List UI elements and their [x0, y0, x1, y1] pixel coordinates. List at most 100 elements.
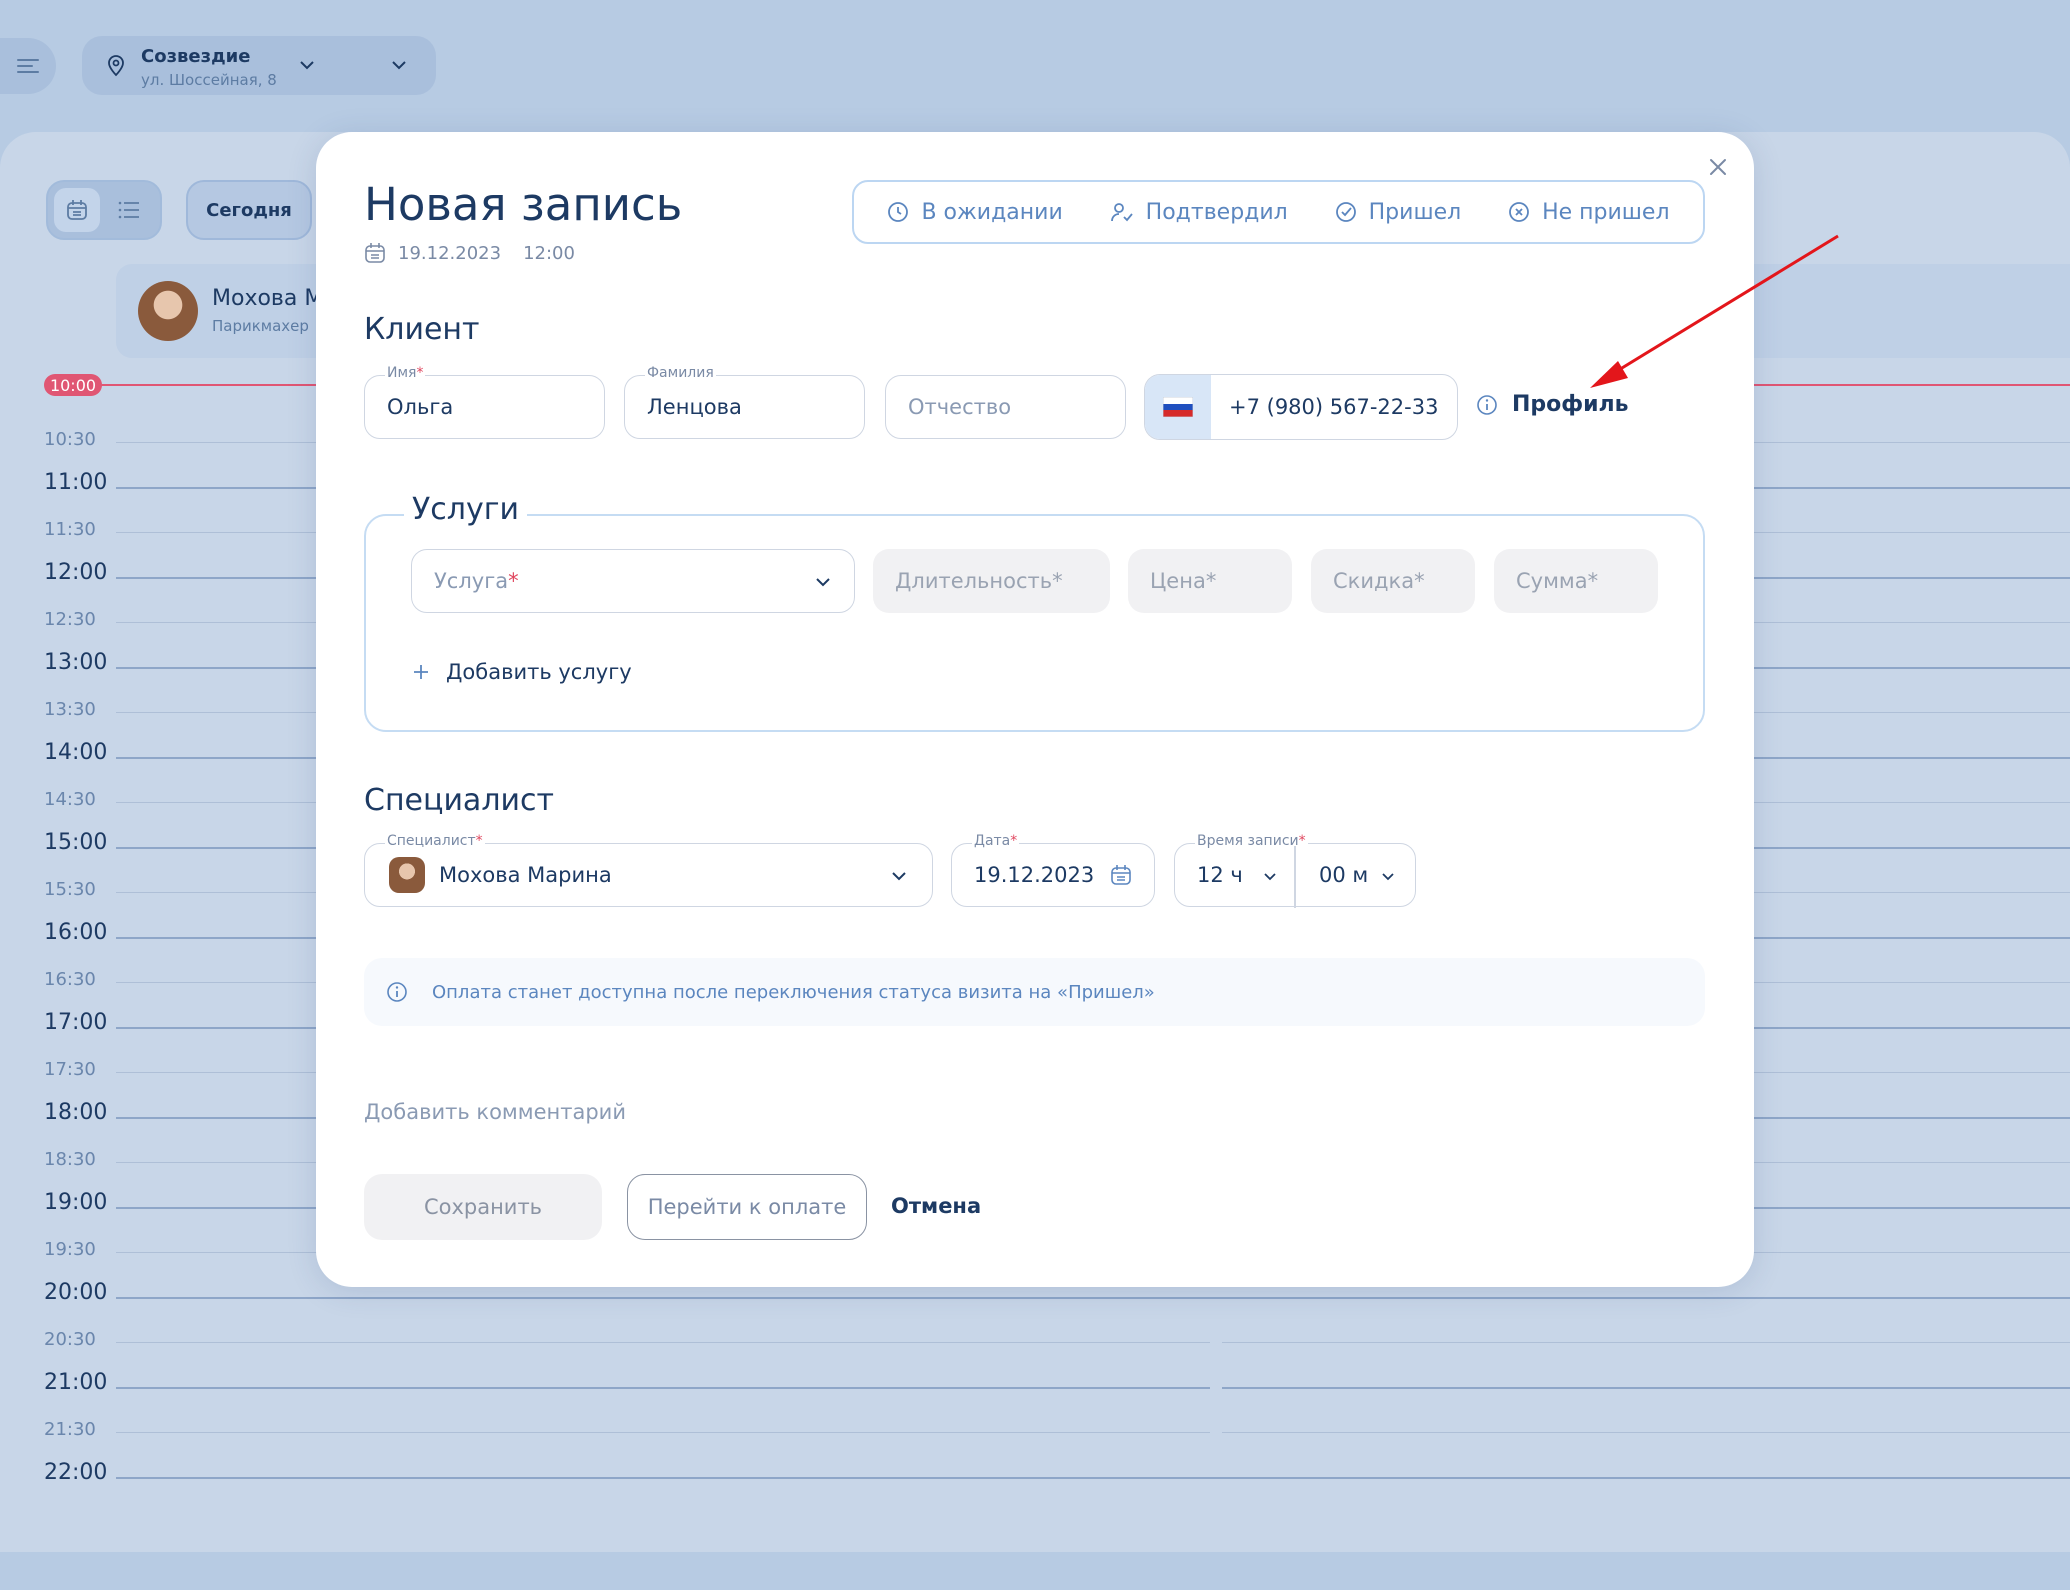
status-label: Подтвердил: [1145, 199, 1288, 225]
save-button[interactable]: Сохранить: [364, 1174, 602, 1240]
menu-button[interactable]: [0, 38, 56, 94]
duration-field: Длительность*: [873, 549, 1110, 613]
time-slot-label: 11:30: [44, 519, 96, 540]
status-no-show[interactable]: Не пришел: [1508, 199, 1670, 225]
staff-name: Мохова М: [212, 286, 324, 311]
status-waiting[interactable]: В ожидании: [887, 199, 1063, 225]
time-slot-label: 21:30: [44, 1419, 96, 1440]
appointment-time: 12:00: [523, 242, 575, 264]
time-slot-label: 12:30: [44, 609, 96, 630]
add-service-label: Добавить услугу: [446, 660, 632, 684]
time-grid-line: [116, 1297, 2070, 1299]
patronymic-field[interactable]: Отчество: [885, 375, 1126, 439]
hours-select[interactable]: 12 ч: [1197, 863, 1243, 887]
calendar-icon: [67, 200, 87, 220]
location-pin-icon: [108, 55, 124, 77]
close-icon[interactable]: [1706, 155, 1730, 179]
time-slot-label: 16:00: [44, 920, 108, 945]
avatar: [138, 281, 198, 341]
time-slot-label: 18:30: [44, 1149, 96, 1170]
time-slot-label: 20:00: [44, 1280, 108, 1305]
location-address: ул. Шоссейная, 8: [141, 71, 277, 89]
time-slot-label: 13:00: [44, 650, 108, 675]
time-slot-label: 18:00: [44, 1100, 108, 1125]
discount-field: Скидка*: [1311, 549, 1475, 613]
calendar-icon: [365, 243, 385, 263]
minutes-select[interactable]: 00 м: [1319, 863, 1368, 887]
field-label: Имя: [387, 365, 417, 381]
sum-field: Сумма*: [1494, 549, 1658, 613]
time-slot-label: 19:00: [44, 1190, 108, 1215]
status-confirmed[interactable]: Подтвердил: [1110, 200, 1288, 225]
appointment-meta: 19.12.2023 12:00: [364, 242, 575, 264]
chevron-down-icon[interactable]: [390, 56, 408, 74]
check-circle-icon: [1335, 202, 1356, 222]
chevron-down-icon[interactable]: [298, 56, 316, 74]
specialist-select[interactable]: Специалист* Мохова Марина: [364, 833, 933, 907]
chevron-down-icon[interactable]: [1381, 869, 1395, 883]
location-name: Созвездие: [141, 46, 251, 67]
time-slot-label: 13:30: [44, 699, 96, 720]
time-slot-label: 20:30: [44, 1329, 96, 1350]
column-separator: [1210, 1330, 1222, 1470]
patronymic-placeholder: Отчество: [908, 395, 1012, 419]
list-icon: [118, 201, 139, 219]
services-section: [364, 514, 1705, 732]
appointment-date: 19.12.2023: [398, 242, 502, 264]
current-time-badge: 10:00: [44, 374, 102, 396]
x-circle-icon: [1509, 202, 1529, 222]
time-slot-label: 14:30: [44, 789, 96, 810]
time-slot-label: 17:30: [44, 1059, 96, 1080]
time-slot-label: 19:30: [44, 1239, 96, 1260]
time-grid-line: [116, 1477, 2070, 1479]
first-name-field[interactable]: Имя* Ольга: [364, 365, 605, 439]
add-comment-link[interactable]: Добавить комментарий: [364, 1100, 626, 1124]
staff-role: Парикмахер: [212, 317, 309, 335]
service-select[interactable]: Услуга *: [411, 549, 855, 613]
user-check-icon: [1110, 203, 1133, 222]
date-value: 19.12.2023: [974, 863, 1095, 887]
time-grid-line: [116, 1432, 2070, 1433]
time-grid-line: [116, 1387, 2070, 1389]
calendar-view-button[interactable]: [54, 188, 100, 232]
calendar-icon[interactable]: [1110, 864, 1132, 886]
annotation-arrow-icon: [1590, 234, 1839, 388]
time-divider: [1294, 846, 1296, 908]
field-label: Дата: [974, 833, 1011, 849]
time-grid-line: [116, 1342, 2070, 1343]
menu-icon: [17, 59, 39, 73]
plus-icon: [414, 665, 428, 679]
phone-field[interactable]: +7 (980) 567-22-33: [1144, 374, 1458, 440]
time-slot-label: 14:00: [44, 740, 108, 765]
time-slot-label: 21:00: [44, 1370, 108, 1395]
info-icon: [387, 982, 407, 1002]
field-label: Время записи: [1197, 833, 1299, 849]
today-button[interactable]: Сегодня: [186, 180, 312, 240]
last-name-value: Ленцова: [647, 395, 742, 419]
phone-value: +7 (980) 567-22-33: [1229, 395, 1439, 419]
specialist-heading: Специалист: [364, 783, 554, 818]
status-arrived[interactable]: Пришел: [1335, 200, 1461, 225]
list-view-button[interactable]: [106, 188, 152, 232]
status-label: Не пришел: [1542, 199, 1670, 225]
chevron-down-icon[interactable]: [1263, 869, 1277, 883]
view-switcher[interactable]: [46, 180, 162, 240]
service-placeholder: Услуга: [434, 569, 509, 593]
go-to-payment-button[interactable]: Перейти к оплате: [627, 1174, 867, 1240]
time-slot-label: 12:00: [44, 560, 108, 585]
country-selector[interactable]: [1145, 375, 1211, 439]
client-heading: Клиент: [364, 312, 480, 347]
price-field: Цена*: [1128, 549, 1292, 613]
last-name-field[interactable]: Фамилия Ленцова: [624, 365, 865, 439]
location-selector[interactable]: Созвездие ул. Шоссейная, 8: [82, 36, 436, 95]
cancel-button[interactable]: Отмена: [891, 1194, 981, 1218]
time-slot-label: 16:30: [44, 969, 96, 990]
payment-info-banner: Оплата станет доступна после переключени…: [364, 958, 1705, 1026]
time-slot-label: 10:30: [44, 429, 96, 450]
add-service-button[interactable]: Добавить услугу: [412, 660, 632, 684]
clock-icon: [888, 202, 909, 222]
chevron-down-icon: [892, 872, 906, 881]
status-label: В ожидании: [921, 199, 1063, 225]
date-field[interactable]: Дата* 19.12.2023: [951, 833, 1155, 907]
time-slot-label: 11:00: [44, 470, 108, 495]
